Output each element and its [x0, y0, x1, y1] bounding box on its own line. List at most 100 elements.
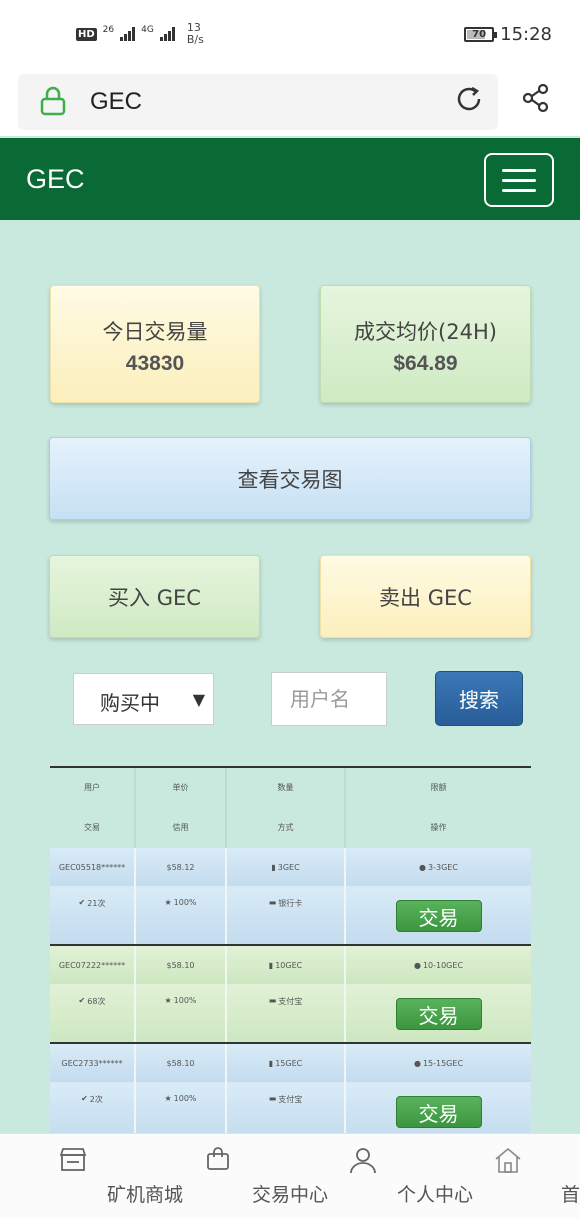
nav-home[interactable]: 首页	[435, 1134, 580, 1218]
row-quantity-value: 3GEC	[277, 862, 300, 872]
header-trades: 交易	[50, 806, 136, 848]
menu-toggle-button[interactable]	[484, 153, 554, 207]
header-quantity: 数量	[227, 768, 346, 806]
info-icon: ●	[413, 960, 421, 970]
row-trades: ✔ 2次	[50, 1082, 136, 1140]
star-icon: ★	[164, 898, 172, 907]
row-action: 交易	[346, 984, 531, 1042]
view-chart-button[interactable]: 查看交易图	[49, 437, 531, 520]
card-icon: ▬	[268, 1094, 277, 1103]
row-credit-value: 100%	[173, 1094, 197, 1103]
row-user: GEC05518******	[50, 848, 136, 886]
nav-personal-center[interactable]: 个人中心	[290, 1134, 473, 1218]
row-user: GEC07222******	[50, 946, 136, 984]
trade-button[interactable]: 交易	[395, 900, 482, 932]
brand-logo[interactable]: GEC	[26, 164, 85, 195]
card-icon: ▬	[268, 996, 277, 1005]
row-quantity: ▮ 10GEC	[227, 946, 346, 984]
today-volume-card: 今日交易量 43830	[50, 285, 260, 403]
trade-button[interactable]: 交易	[395, 998, 482, 1030]
row-credit: ★ 100%	[136, 984, 227, 1042]
row-quantity-value: 10GEC	[275, 960, 303, 970]
row-action: 交易	[346, 1082, 531, 1140]
share-icon[interactable]	[520, 82, 552, 114]
bar-chart-icon: ▮	[271, 862, 276, 872]
row-credit-value: 100%	[173, 996, 197, 1005]
row-trades-value: 68次	[87, 997, 106, 1006]
caret-down-icon: ▼	[192, 690, 205, 709]
search-button[interactable]: 搜索	[435, 671, 523, 726]
row-method-value: 支付宝	[278, 1095, 303, 1104]
status-select-value: 购买中	[100, 691, 160, 715]
row-action: 交易	[346, 886, 531, 944]
info-icon: ●	[419, 862, 427, 872]
today-volume-value: 43830	[125, 352, 185, 375]
header-action: 操作	[430, 822, 447, 832]
check-circle-icon: ✔	[78, 898, 86, 907]
row-credit: ★ 100%	[136, 886, 227, 944]
address-bar: GEC	[0, 70, 580, 136]
star-icon: ★	[164, 996, 172, 1005]
reload-icon[interactable]	[454, 84, 484, 114]
nav-trade-center[interactable]: 交易中心	[145, 1134, 328, 1218]
check-circle-icon: ✔	[81, 1094, 88, 1103]
buy-gec-label: 买入 GEC	[108, 585, 201, 610]
table-header-row-top: 用户 单价 数量 限额	[50, 766, 531, 806]
bottom-nav: 矿机商城 交易中心 个人中心 首页	[0, 1133, 580, 1218]
shopping-bag-icon	[206, 1147, 229, 1170]
battery-level: 70	[472, 29, 487, 40]
trade-button[interactable]: 交易	[395, 1096, 482, 1128]
table-row: ✔ 2次 ★ 100% ▬ 支付宝 交易	[50, 1082, 531, 1140]
star-icon: ★	[164, 1094, 172, 1103]
row-trades-value: 2次	[89, 1095, 103, 1104]
status-bar: HD 26 4G 13 B/s 70 15:28	[0, 0, 580, 70]
row-limit-value: 15-15GEC	[422, 1058, 464, 1068]
network-speed-unit: B/s	[186, 33, 204, 46]
battery-icon: 70	[464, 27, 498, 42]
home-icon	[494, 1147, 521, 1173]
table-row: ✔ 68次 ★ 100% ▬ 支付宝 交易	[50, 984, 531, 1042]
avg-price-card: 成交均价(24H) $64.89	[320, 285, 531, 403]
row-trades-value: 21次	[87, 899, 106, 908]
network-speed: 13 B/s	[187, 22, 204, 46]
status-select[interactable]: 购买中 ▼	[73, 673, 214, 725]
net-label-26: 26	[102, 25, 115, 35]
table-header-row-bottom: 交易 信用 方式 操作	[50, 806, 531, 848]
row-credit-value: 100%	[173, 898, 197, 907]
sell-gec-button[interactable]: 卖出 GEC	[320, 555, 531, 638]
header-method: 方式	[227, 806, 346, 848]
row-trades: ✔ 68次	[50, 984, 136, 1042]
row-method-value: 银行卡	[278, 899, 303, 908]
nav-home-label: 首页	[560, 1184, 580, 1206]
net-label-4g: 4G	[141, 25, 154, 35]
username-input[interactable]	[271, 672, 387, 726]
avg-price-label: 成交均价(24H)	[354, 320, 497, 344]
row-limit: ● 15-15GEC	[346, 1044, 531, 1082]
header-limit: 限额	[430, 782, 447, 792]
bar-chart-icon: ▮	[268, 960, 274, 970]
lock-icon	[40, 86, 66, 116]
bar-chart-icon: ▮	[268, 1058, 274, 1068]
url-field[interactable]: GEC	[18, 74, 498, 130]
status-indicators: HD 26 4G 13 B/s	[76, 22, 204, 46]
row-quantity-value: 15GEC	[275, 1058, 303, 1068]
header-user: 用户	[50, 768, 136, 806]
nav-miner-shop[interactable]: 矿机商城	[0, 1134, 183, 1218]
avg-price-value: $64.89	[393, 352, 458, 375]
row-limit-value: 3-3GEC	[428, 862, 458, 872]
row-price: $58.10	[136, 1044, 227, 1082]
row-price: $58.10	[136, 946, 227, 984]
signal-icon-2	[159, 27, 175, 41]
trade-table: 用户 单价 数量 限额 交易 信用 方式 操作 GEC05518****** $…	[50, 766, 531, 1140]
site-navbar: GEC	[0, 138, 580, 220]
header-price: 单价	[136, 768, 227, 806]
row-method: ▬ 支付宝	[227, 1082, 346, 1140]
table-row: ✔ 21次 ★ 100% ▬ 银行卡 交易	[50, 886, 531, 944]
buy-gec-button[interactable]: 买入 GEC	[49, 555, 260, 638]
check-circle-icon: ✔	[78, 996, 86, 1005]
today-volume-label: 今日交易量	[102, 320, 208, 344]
hamburger-icon	[502, 169, 536, 172]
row-method: ▬ 银行卡	[227, 886, 346, 944]
table-row: GEC2733****** $58.10 ▮ 15GEC ● 15-15GEC	[50, 1044, 531, 1082]
user-icon	[349, 1148, 376, 1174]
